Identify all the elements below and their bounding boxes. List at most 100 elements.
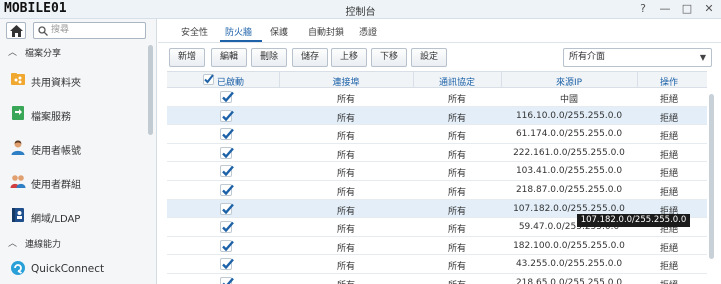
cell-action: 拒絕 (659, 262, 678, 273)
cell-protocol: 所有 (447, 187, 466, 198)
enabled-checkbox[interactable] (220, 258, 234, 271)
cell-port: 所有 (336, 206, 355, 217)
maximize-icon[interactable]: □ (681, 2, 693, 15)
tab-protection[interactable]: 保護 (270, 25, 288, 38)
cell-protocol: 所有 (447, 243, 466, 254)
chevron-up-icon: ︿ (8, 239, 18, 249)
sidebar-item-domain-ldap[interactable]: 網域/LDAP (0, 201, 148, 231)
column-header-action[interactable]: 操作 (637, 75, 701, 88)
interface-filter-select[interactable]: 所有介面 ▼ (563, 48, 712, 67)
save-button[interactable]: 儲存 (292, 48, 328, 67)
cell-source-ip: 116.10.0.0/255.255.0.0 (515, 110, 623, 121)
search-placeholder: 搜尋 (51, 25, 70, 35)
tab-certificate[interactable]: 憑證 (359, 25, 377, 38)
cell-source-ip: 43.255.0.0/255.255.0.0 (515, 259, 623, 270)
cell-port: 所有 (336, 113, 355, 124)
cell-source-ip: 103.41.0.0/255.255.0.0 (515, 166, 623, 177)
table-header: 已啟動 連接埠 通訊協定 來源IP 操作 (167, 71, 707, 88)
enabled-checkbox[interactable] (220, 146, 234, 159)
sidebar: 搜尋 ︿ 檔案分享 共用資料夾 檔案服務 使用者帳號 使用者群組 網域/LDAP… (0, 19, 157, 284)
check-icon (222, 166, 234, 177)
enabled-checkbox[interactable] (220, 239, 234, 252)
check-icon (222, 147, 234, 159)
check-icon (222, 128, 234, 140)
cell-protocol: 所有 (447, 206, 466, 217)
sidebar-item-quickconnect[interactable]: QuickConnect (0, 254, 148, 284)
cell-action: 拒絕 (659, 150, 678, 161)
table-row[interactable]: 所有 所有 61.174.0.0/255.255.0.0 拒絕 (167, 125, 707, 144)
table-row[interactable]: 所有 所有 222.161.0.0/255.255.0.0 拒絕 (167, 144, 707, 163)
cell-action: 拒絕 (659, 169, 678, 180)
move-down-button[interactable]: 下移 (371, 48, 407, 67)
cell-action: 拒絕 (659, 243, 678, 254)
source-ip-tooltip: 107.182.0.0/255.255.0.0 (577, 214, 690, 227)
search-input[interactable]: 搜尋 (33, 22, 146, 39)
section-file-sharing[interactable]: ︿ 檔案分享 (0, 43, 148, 59)
enabled-checkbox[interactable] (220, 183, 234, 196)
chevron-down-icon: ▼ (699, 53, 706, 62)
sidebar-item-group[interactable]: 使用者群組 (0, 167, 148, 197)
edit-button[interactable]: 編輯 (211, 48, 247, 67)
cell-port: 所有 (336, 150, 355, 161)
settings-button[interactable]: 設定 (411, 48, 447, 67)
move-up-button[interactable]: 上移 (331, 48, 367, 67)
enabled-checkbox[interactable] (220, 165, 234, 178)
chevron-up-icon: ︿ (8, 48, 18, 58)
tab-firewall[interactable]: 防火牆 (225, 25, 252, 38)
table-row[interactable]: 所有 所有 中國 拒絕 (167, 88, 707, 107)
cell-protocol: 所有 (447, 113, 466, 124)
table-row[interactable]: 所有 所有 43.255.0.0/255.255.0.0 拒絕 (167, 255, 707, 274)
enabled-checkbox[interactable] (220, 221, 234, 234)
cell-action: 拒絕 (659, 132, 678, 143)
active-tab-indicator (220, 40, 262, 42)
cell-protocol: 所有 (447, 225, 466, 236)
column-header-source-ip[interactable]: 來源IP (501, 75, 637, 88)
enabled-checkbox[interactable] (220, 91, 234, 103)
column-header-port[interactable]: 連接埠 (279, 75, 413, 88)
column-header-enabled[interactable]: 已啟動 (217, 75, 247, 88)
table-row[interactable]: 所有 所有 103.41.0.0/255.255.0.0 拒絕 (167, 162, 707, 181)
select-all-checkbox[interactable] (203, 74, 214, 85)
cell-action: 拒絕 (637, 278, 701, 284)
window-title: 控制台 (345, 7, 376, 18)
interface-filter-value: 所有介面 (569, 52, 606, 62)
cell-protocol: 所有 (447, 169, 466, 180)
table-scrollbar[interactable] (709, 94, 714, 259)
table-row[interactable]: 所有 所有 218.87.0.0/255.255.0.0 拒絕 (167, 181, 707, 200)
window-controls: ? — □ ✕ (637, 2, 715, 15)
check-icon (222, 91, 234, 103)
enabled-checkbox[interactable] (220, 202, 234, 215)
check-icon (222, 277, 234, 284)
cell-source-ip: 中國 (559, 95, 578, 105)
domain-ldap-icon (12, 208, 24, 222)
help-icon[interactable]: ? (637, 2, 649, 15)
close-icon[interactable]: ✕ (703, 2, 715, 15)
table-row[interactable]: 所有所有 218.65.0.0/255.255.0.0 拒絕 (167, 274, 707, 284)
tab-auto-block[interactable]: 自動封鎖 (308, 25, 344, 38)
sidebar-scrollbar[interactable] (148, 45, 153, 135)
enabled-checkbox[interactable] (220, 276, 234, 284)
table-row[interactable]: 所有 所有 116.10.0.0/255.255.0.0 拒絕 (167, 106, 707, 126)
column-header-protocol[interactable]: 通訊協定 (413, 75, 501, 88)
cell-protocol: 所有 (447, 132, 466, 143)
tab-bar: 安全性 防火牆 保護 自動封鎖 憑證 (158, 19, 721, 43)
sidebar-top: 搜尋 (0, 19, 157, 41)
search-icon (38, 26, 48, 36)
cell-source-ip: 107.182.0.0/255.255.0.0 (513, 203, 625, 214)
enabled-checkbox[interactable] (220, 109, 234, 122)
cell-action: 拒絕 (659, 187, 678, 198)
enabled-checkbox[interactable] (220, 128, 234, 141)
cell-source-ip: 222.161.0.0/255.255.0.0 (513, 147, 625, 158)
delete-button[interactable]: 刪除 (251, 48, 287, 67)
sidebar-item-file-services[interactable]: 檔案服務 (0, 99, 148, 129)
table-row[interactable]: 所有 所有 182.100.0.0/255.255.0.0 拒絕 (167, 237, 707, 256)
sidebar-item-user[interactable]: 使用者帳號 (0, 133, 148, 163)
check-icon (222, 221, 234, 233)
home-icon (10, 25, 23, 37)
minimize-icon[interactable]: — (659, 2, 671, 15)
section-connectivity[interactable]: ︿ 連線能力 (0, 234, 148, 250)
create-button[interactable]: 新增 (169, 48, 205, 67)
sidebar-item-shared-folder[interactable]: 共用資料夾 (0, 65, 148, 95)
home-button[interactable] (6, 22, 26, 39)
tab-security[interactable]: 安全性 (181, 25, 208, 38)
